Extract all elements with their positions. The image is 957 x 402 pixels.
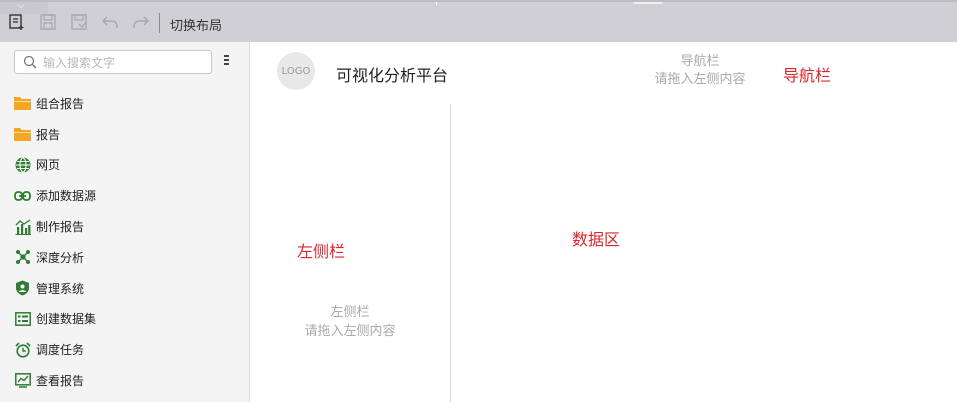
sidebar-item-label: 报告 [36, 127, 61, 142]
sidebar-item-label: 调度任务 [36, 343, 85, 358]
sidebar-item-webpage[interactable]: 网页 [0, 150, 249, 181]
redo-button[interactable] [131, 12, 151, 32]
sidebar-item-label: 添加数据源 [36, 189, 97, 204]
more-menu-icon[interactable] [224, 55, 230, 69]
search-box [14, 50, 212, 74]
nav-drop-hint-title: 导航栏 [680, 54, 720, 69]
left-drop-hint-text: 请拖入左侧内容 [304, 324, 396, 339]
left-panel-label: 左侧栏 [297, 242, 346, 261]
toolbar: ⌵ 切换布局 [0, 0, 957, 42]
sidebar-item-report[interactable]: 报告 [0, 119, 249, 150]
redo-icon [133, 16, 150, 28]
sidebar-menu: 组合报告 报告 网页 添加数据源 制作报告 深度分析 管理系统 创建数据集 调度… [0, 88, 249, 396]
sidebar-item-label: 管理系统 [36, 281, 85, 296]
shield-user-icon [14, 280, 31, 297]
sidebar-item-label: 制作报告 [36, 220, 85, 235]
divider [634, 2, 662, 4]
sidebar-item-management-system[interactable]: 管理系统 [0, 273, 249, 304]
sidebar-item-label: 组合报告 [36, 96, 85, 111]
search-input[interactable] [41, 52, 205, 74]
nav-drop-hint-text: 请拖入左侧内容 [654, 72, 746, 87]
logo: LOGO [277, 52, 315, 90]
sidebar-item-label: 深度分析 [36, 250, 85, 265]
data-area-label: 数据区 [572, 230, 621, 249]
line-chart-icon [14, 372, 31, 389]
switch-layout-button[interactable]: 切换布局 [170, 15, 222, 34]
globe-icon [14, 156, 31, 173]
new-report-button[interactable] [7, 12, 27, 32]
folder-icon [14, 95, 31, 112]
alarm-clock-icon [14, 341, 31, 358]
sidebar-item-view-reports[interactable]: 查看报告 [0, 365, 249, 396]
save-as-button[interactable] [69, 12, 89, 32]
app-title: 可视化分析平台 [336, 66, 449, 85]
left-panel-dropzone[interactable]: 左侧栏 左侧栏 请拖入左侧内容 [250, 104, 451, 402]
sidebar-item-label: 创建数据集 [36, 312, 97, 327]
sidebar-item-create-report[interactable]: 制作报告 [0, 211, 249, 242]
sidebar-item-add-datasource[interactable]: 添加数据源 [0, 180, 249, 211]
sidebar-item-scheduled-tasks[interactable]: 调度任务 [0, 334, 249, 365]
sidebar-item-label: 查看报告 [36, 374, 85, 389]
sidebar-item-label: 网页 [36, 158, 61, 173]
undo-icon [101, 16, 118, 28]
sidebar-item-create-dataset[interactable]: 创建数据集 [0, 304, 249, 335]
divider [436, 2, 437, 5]
data-area-dropzone[interactable]: 数据区 [451, 104, 957, 402]
folder-icon [14, 126, 31, 143]
link-icon [14, 187, 31, 204]
new-report-icon [9, 14, 24, 30]
network-icon [14, 249, 31, 266]
left-drop-hint-title: 左侧栏 [330, 305, 370, 320]
left-drop-hint: 左侧栏 请拖入左侧内容 [290, 303, 410, 341]
dataset-icon [14, 310, 31, 327]
sidebar: 组合报告 报告 网页 添加数据源 制作报告 [0, 42, 250, 402]
undo-button[interactable] [100, 12, 120, 32]
nav-bar[interactable]: LOGO 可视化分析平台 导航栏 请拖入左侧内容 导航栏 [250, 42, 957, 105]
chevron-down-icon: ⌵ [17, 0, 25, 11]
bar-chart-icon [14, 218, 31, 235]
nav-bar-label: 导航栏 [783, 66, 832, 85]
search-icon [23, 55, 37, 69]
save-icon [40, 14, 56, 30]
nav-drop-hint: 导航栏 请拖入左侧内容 [640, 53, 760, 89]
save-as-icon [71, 14, 87, 30]
sidebar-item-deep-analysis[interactable]: 深度分析 [0, 242, 249, 273]
save-button[interactable] [38, 12, 58, 32]
sidebar-item-combined-report[interactable]: 组合报告 [0, 88, 249, 119]
toolbar-divider [159, 13, 160, 33]
